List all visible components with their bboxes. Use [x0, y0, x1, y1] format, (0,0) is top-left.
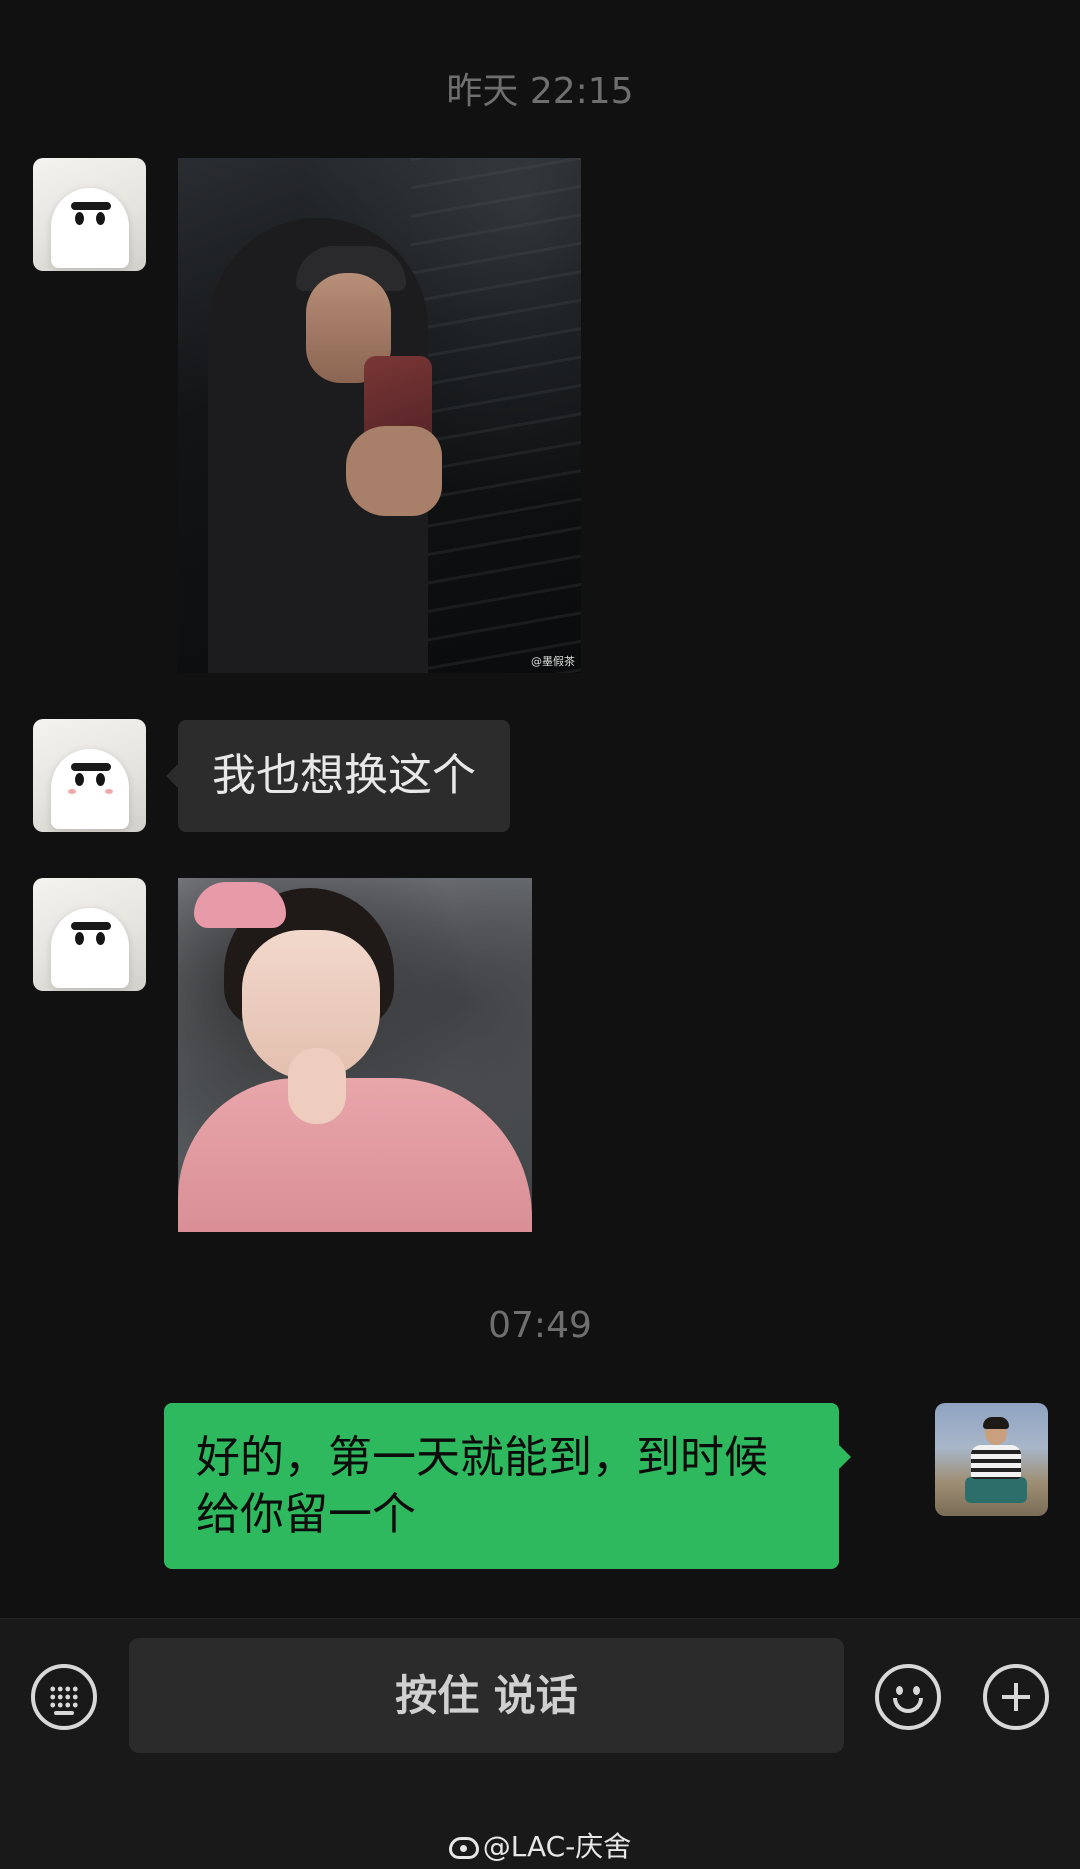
timestamp: 昨天 22:15 — [446, 71, 634, 112]
ghost-figure — [51, 188, 129, 268]
keyboard-icon[interactable] — [31, 1664, 97, 1730]
contact-avatar[interactable] — [33, 719, 146, 832]
weibo-watermark: @LAC-庆舍 — [0, 1825, 1080, 1865]
plus-vertical — [1014, 1683, 1018, 1711]
ghost-eye — [75, 773, 84, 786]
ghost-eye — [75, 932, 84, 945]
image-message-selfie[interactable]: @墨假茶 — [178, 158, 581, 673]
emoji-eye — [913, 1686, 920, 1695]
hold-to-talk-button[interactable]: 按住 说话 — [129, 1638, 844, 1753]
plus-icon[interactable] — [983, 1664, 1049, 1730]
ghost-eye — [96, 773, 105, 786]
watermark-text: @LAC-庆舍 — [482, 1830, 632, 1863]
my-avatar[interactable] — [935, 1403, 1048, 1516]
weibo-icon — [448, 1837, 479, 1859]
person-hair — [983, 1417, 1009, 1429]
stage-truss — [411, 158, 581, 673]
person-body — [971, 1445, 1021, 1479]
image-message-child[interactable] — [178, 878, 532, 1232]
keyboard-keys — [49, 1685, 79, 1709]
timestamp: 07:49 — [488, 1305, 592, 1346]
contact-avatar[interactable] — [33, 158, 146, 271]
ghost-eye — [96, 932, 105, 945]
image-watermark: @墨假茶 — [531, 655, 575, 668]
ghost-cheek — [105, 789, 113, 794]
ghost-eye — [75, 212, 84, 225]
emoji-eye — [896, 1686, 903, 1695]
sunglasses-icon — [71, 202, 111, 210]
ghost-cheek — [68, 789, 76, 794]
sunglasses-icon — [71, 763, 111, 771]
outgoing-text-bubble[interactable]: 好的，第一天就能到，到时候给你留一个 — [164, 1403, 851, 1569]
sunglasses-icon — [71, 922, 111, 930]
contact-avatar[interactable] — [33, 878, 146, 991]
person-legs — [965, 1477, 1027, 1503]
ghost-eye — [96, 212, 105, 225]
hair-bow — [194, 882, 286, 928]
ghost-figure — [51, 749, 129, 829]
keyboard-space — [54, 1711, 74, 1715]
hand — [346, 426, 442, 516]
emoji-mouth — [893, 1698, 923, 1713]
hand — [288, 1048, 346, 1124]
emoji-icon[interactable] — [875, 1664, 941, 1730]
incoming-text-bubble[interactable]: 我也想换这个 — [166, 720, 510, 832]
ghost-figure — [51, 908, 129, 988]
